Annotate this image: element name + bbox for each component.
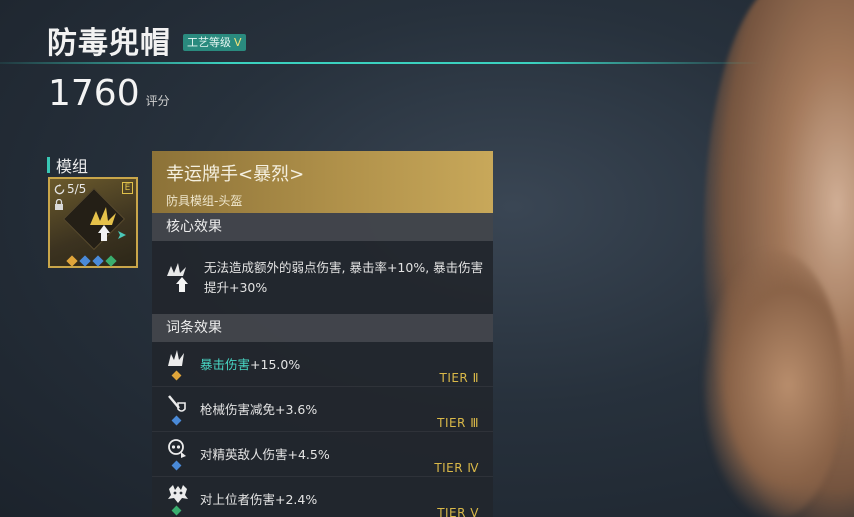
affix-value: 枪械伤害减免+3.6% [200,402,318,417]
crit-burst-arrow-icon [167,262,188,292]
craft-grade-level: V [234,35,242,49]
affix-text: 对精英敌人伤害+4.5% [200,444,330,463]
module-detail-panel: 幸运牌手<暴烈> 防具模组-头盔 核心效果 无法造成额外的弱点伤害, 暴击率+1… [152,151,493,517]
craft-grade-label: 工艺等级 [187,35,231,49]
affix-tier: TIER Ⅳ [434,461,479,475]
gem-blue [79,255,91,267]
gem-blue [92,255,104,267]
affix-tier: TIER Ⅲ [437,416,479,430]
gem-orange [171,370,182,381]
rarity-badge: E [122,182,133,194]
affix-tier: TIER Ⅱ [439,371,479,385]
module-gem-row [66,255,117,267]
gem-green [171,505,182,516]
affix-row[interactable]: 对精英敌人伤害+4.5% TIER Ⅳ [152,432,493,477]
affix-tier: TIER Ⅴ [437,506,479,517]
header-divider [0,62,760,64]
core-effect-text: 无法造成额外的弱点伤害, 暴击率+10%, 暴击伤害提升+30% [204,259,484,295]
character-fur-background-lower [704,250,844,517]
module-section-label: 模组 [47,153,88,177]
score-unit: 评分 [145,94,170,108]
affix-row[interactable]: 枪械伤害减免+3.6% TIER Ⅲ [152,387,493,432]
core-effect-header: 核心效果 [152,213,493,241]
gem-orange [66,255,78,267]
gem-blue [171,415,182,426]
score-display: 1760 评分 [48,76,170,112]
item-header: 防毒兜帽 工艺等级 V [47,18,246,62]
affix-effect-header: 词条效果 [152,314,493,342]
module-name: 幸运牌手<暴烈> [166,164,305,185]
affix-row[interactable]: 暴击伤害+15.0% TIER Ⅱ [152,342,493,387]
boss-beast-icon [168,485,188,503]
affix-text: 暴击伤害+15.0% [200,354,300,373]
module-count-value: 5/5 [67,182,87,196]
section-accent-bar [47,157,50,173]
affix-row[interactable]: 对上位者伤害+2.4% TIER Ⅴ [152,477,493,517]
core-effect: 无法造成额外的弱点伤害, 暴击率+10%, 暴击伤害提升+30% [152,241,493,314]
item-title: 防毒兜帽 [47,26,171,61]
affix-value: +15.0% [250,357,301,372]
module-slot-card[interactable]: 5/5 E [48,177,138,268]
module-detail-header: 幸运牌手<暴烈> 防具模组-头盔 [152,151,493,213]
affix-text: 枪械伤害减免+3.6% [200,399,317,418]
score-value: 1760 [48,73,140,114]
refresh-icon [54,183,65,194]
crit-burst-icon [168,350,184,366]
affix-highlight: 暴击伤害 [200,357,251,372]
gem-blue [171,460,182,471]
gem-green [105,255,117,267]
gun-shield-icon [168,395,186,412]
module-label: 模组 [56,157,89,176]
affix-value: 对上位者伤害+2.4% [200,492,318,507]
module-type: 防具模组-头盔 [166,194,243,208]
crit-burst-arrow-icon [90,207,126,241]
craft-grade-badge: 工艺等级 V [183,33,246,51]
lock-icon [54,198,64,213]
module-count: 5/5 [54,182,86,196]
elite-skull-icon [168,439,186,458]
affix-value: 对精英敌人伤害+4.5% [200,447,330,462]
affix-text: 对上位者伤害+2.4% [200,489,317,508]
